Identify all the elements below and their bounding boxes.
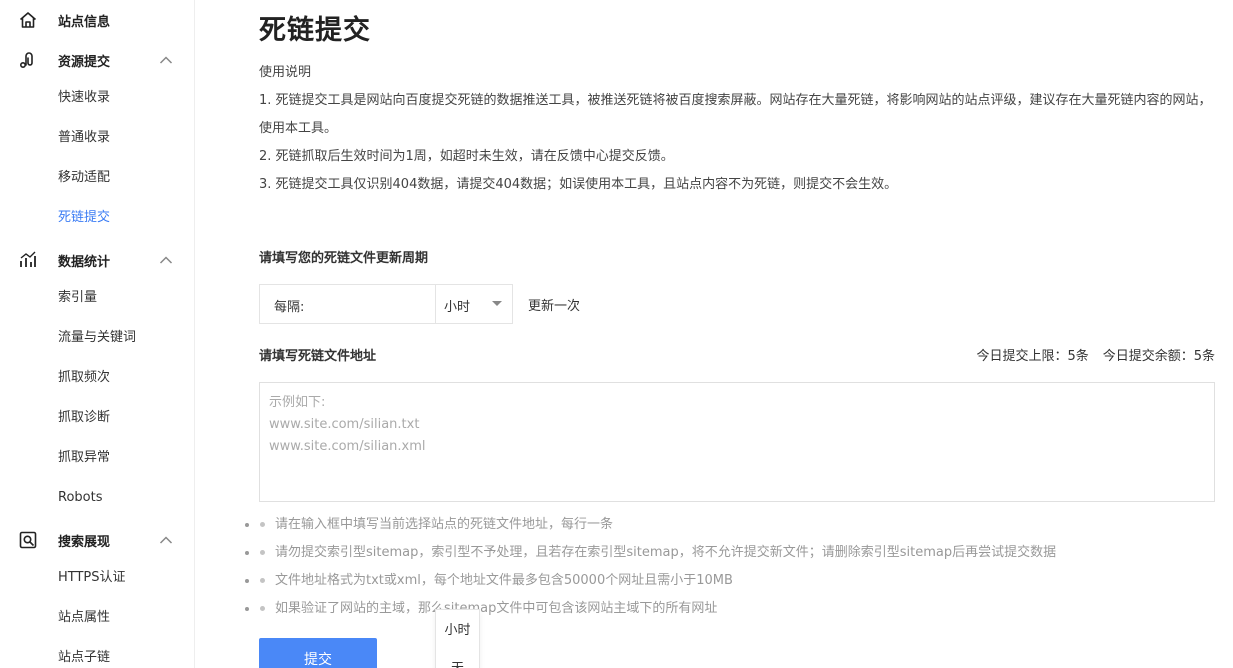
stats-chart-icon xyxy=(17,249,39,271)
sidebar-item-crawl-frequency[interactable]: 抓取频次 xyxy=(58,368,110,388)
resource-submit-icon xyxy=(17,49,39,71)
sidebar-item-quick-index[interactable]: 快速收录 xyxy=(58,88,110,108)
submit-button-label: 提交 xyxy=(304,652,332,668)
instructions-heading: 使用说明 xyxy=(259,65,312,80)
quota-remaining: 今日提交余额：5条 xyxy=(1102,349,1215,364)
sidebar-group-site-info[interactable]: 站点信息 xyxy=(0,0,195,40)
sidebar-group-label: 搜索展现 xyxy=(58,534,111,550)
notes-list: 请在输入框中填写当前选择站点的死链文件地址，每行一条 请勿提交索引型sitema… xyxy=(259,513,1217,625)
chevron-up-icon[interactable] xyxy=(158,532,174,548)
interval-unit-value: 小时 xyxy=(444,300,471,315)
interval-field: 每隔: 小时 小时 天 xyxy=(259,284,513,668)
dead-link-url-input[interactable] xyxy=(259,382,1215,502)
sidebar: 站点信息 资源提交 快速收录 普通收录 移动适配 死链提交 数据统计 索引量 流… xyxy=(0,0,195,668)
instructions-line: 3. 死链提交工具仅识别404数据，请提交404数据；如误使用本工具，且站点内容… xyxy=(259,177,898,192)
search-display-icon xyxy=(17,529,39,551)
list-item: 请勿提交索引型sitemap，索引型不予处理，且若存在索引型sitemap，将不… xyxy=(259,541,1217,569)
interval-suffix-label: 更新一次 xyxy=(528,299,581,314)
chevron-up-icon[interactable] xyxy=(158,52,174,68)
page-title: 死链提交 xyxy=(259,15,371,46)
sidebar-item-normal-index[interactable]: 普通收录 xyxy=(58,128,110,148)
sidebar-item-index-volume[interactable]: 索引量 xyxy=(58,288,97,308)
update-period-label: 请填写您的死链文件更新周期 xyxy=(259,251,429,266)
sidebar-item-site-sublinks[interactable]: 站点子链 xyxy=(58,648,110,668)
sidebar-group-label: 站点信息 xyxy=(58,14,111,30)
quota-limit: 今日提交上限：5条 xyxy=(976,349,1089,364)
sidebar-item-dead-link-submit[interactable]: 死链提交 xyxy=(58,208,110,228)
sidebar-item-site-properties[interactable]: 站点属性 xyxy=(58,608,110,628)
interval-unit-dropdown: 小时 天 xyxy=(435,609,480,668)
sidebar-group-label: 数据统计 xyxy=(58,254,111,270)
list-item: 请在输入框中填写当前选择站点的死链文件地址，每行一条 xyxy=(259,513,1217,541)
dropdown-option-day[interactable]: 天 xyxy=(436,657,479,668)
submit-button[interactable]: 提交 xyxy=(259,638,377,668)
sidebar-item-https-auth[interactable]: HTTPS认证 xyxy=(58,568,126,588)
sidebar-group-label: 资源提交 xyxy=(58,54,111,70)
sidebar-item-traffic-keywords[interactable]: 流量与关键词 xyxy=(58,328,136,348)
file-address-label: 请填写死链文件地址 xyxy=(259,349,377,364)
instructions-line: 1. 死链提交工具是网站向百度提交死链的数据推送工具，被推送死链将被百度搜索屏蔽… xyxy=(259,93,1212,136)
caret-down-icon xyxy=(492,301,502,306)
sidebar-group-stats[interactable]: 数据统计 xyxy=(0,240,195,280)
home-icon xyxy=(17,9,39,31)
submit-quota: 今日提交上限：5条 今日提交余额：5条 xyxy=(976,345,1215,364)
sidebar-item-mobile-adapt[interactable]: 移动适配 xyxy=(58,168,110,188)
sidebar-group-resource-submit[interactable]: 资源提交 xyxy=(0,40,195,80)
interval-prefix-label: 每隔: xyxy=(274,300,305,315)
interval-unit-select[interactable]: 小时 xyxy=(435,285,513,323)
sidebar-group-search-display[interactable]: 搜索展现 xyxy=(0,520,195,560)
dropdown-option-hour[interactable]: 小时 xyxy=(436,619,479,638)
sidebar-item-crawl-diagnosis[interactable]: 抓取诊断 xyxy=(58,408,110,428)
list-item: 文件地址格式为txt或xml，每个地址文件最多包含50000个网址且需小于10M… xyxy=(259,569,1217,597)
sidebar-item-robots[interactable]: Robots xyxy=(58,488,102,508)
instructions-line: 2. 死链抓取后生效时间为1周，如超时未生效，请在反馈中心提交反馈。 xyxy=(259,149,674,164)
sidebar-item-crawl-errors[interactable]: 抓取异常 xyxy=(58,448,110,468)
chevron-up-icon[interactable] xyxy=(158,252,174,268)
list-item: 如果验证了网站的主域，那么sitemap文件中可包含该网站主域下的所有网址 xyxy=(259,597,1217,625)
